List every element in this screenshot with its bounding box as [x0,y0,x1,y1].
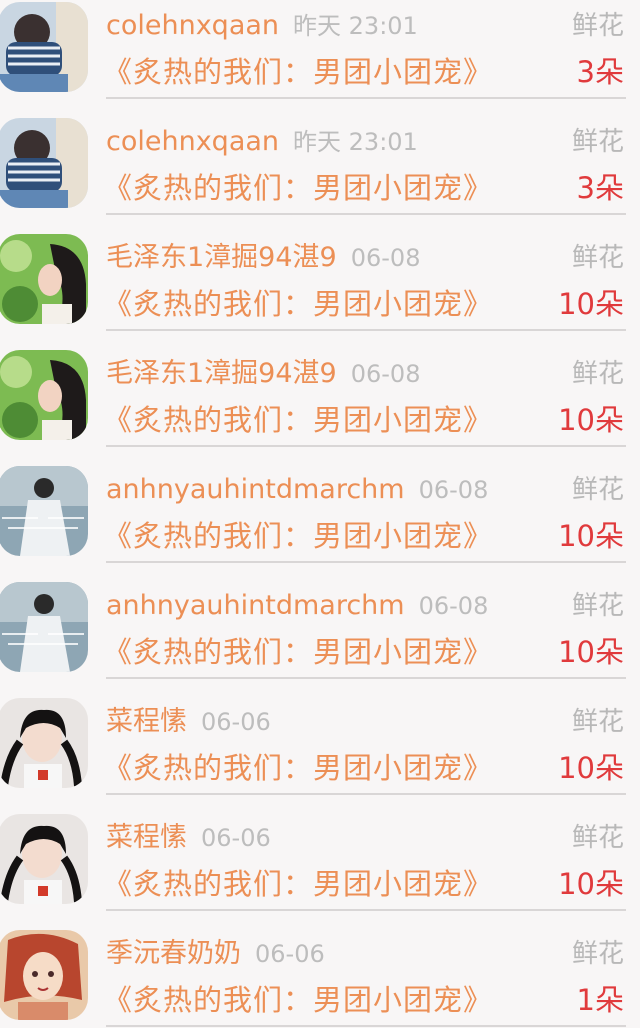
user-avatar[interactable] [0,118,88,208]
row-divider [106,1025,626,1027]
user-avatar[interactable] [0,582,88,672]
gift-count: 3朵 [576,171,624,205]
gift-type: 鲜花 [571,591,624,621]
user-avatar[interactable] [0,2,88,92]
avatar-girl-green-leaves [0,234,88,324]
gift-record-row[interactable]: 菜程愫 06-06 鲜花 《炙热的我们：男团小团宠》 10朵 [0,679,640,795]
gift-count: 1朵 [576,983,624,1017]
user-name-line: 菜程愫 06-06 [106,705,271,739]
gift-type: 鲜花 [571,475,624,505]
book-title[interactable]: 《炙热的我们：男团小团宠》 [103,54,493,90]
avatar-girl-striped-shirt [0,2,88,92]
gift-record-row[interactable]: 季沅春奶奶 06-06 鲜花 《炙热的我们：男团小团宠》 1朵 [0,911,640,1027]
gift-time: 06-08 [418,592,489,620]
gift-record-row[interactable]: anhnyauhintdmarchm 06-08 鲜花 《炙热的我们：男团小团宠》… [0,447,640,563]
user-name-line: colehnxqaan 昨天 23:01 [106,125,418,159]
avatar-girl-braids [0,698,88,788]
user-name[interactable]: colehnxqaan [106,10,279,41]
gift-type: 鲜花 [571,11,624,41]
gift-time: 06-08 [350,244,421,272]
book-title[interactable]: 《炙热的我们：男团小团宠》 [103,402,493,438]
gift-count: 10朵 [558,635,624,669]
gift-time: 06-06 [255,940,325,968]
user-avatar[interactable] [0,466,88,556]
book-title[interactable]: 《炙热的我们：男团小团宠》 [103,518,493,554]
gift-record-row[interactable]: 菜程愫 06-06 鲜花 《炙热的我们：男团小团宠》 10朵 [0,795,640,911]
avatar-anime-girl [0,930,88,1020]
user-name[interactable]: 菜程愫 [106,706,187,737]
gift-count: 10朵 [558,867,624,901]
user-avatar[interactable] [0,350,88,440]
gift-count: 10朵 [558,287,624,321]
gift-time: 06-08 [418,476,489,504]
gift-count: 3朵 [576,55,624,89]
user-name[interactable]: anhnyauhintdmarchm [106,474,405,505]
gift-record-row[interactable]: 毛泽东1漳掘94湛9 06-08 鲜花 《炙热的我们：男团小团宠》 10朵 [0,215,640,331]
user-name[interactable]: 毛泽东1漳掘94湛9 [106,358,337,389]
user-avatar[interactable] [0,930,88,1020]
gift-record-list: colehnxqaan 昨天 23:01 鲜花 《炙热的我们：男团小团宠》 3朵 … [0,0,640,1027]
gift-record-row[interactable]: colehnxqaan 昨天 23:01 鲜花 《炙热的我们：男团小团宠》 3朵 [0,0,640,99]
user-name-line: colehnxqaan 昨天 23:01 [106,9,418,43]
gift-type: 鲜花 [571,707,624,737]
book-title[interactable]: 《炙热的我们：男团小团宠》 [103,634,493,670]
avatar-girl-white-dress [0,466,88,556]
gift-time: 06-06 [201,708,271,736]
user-avatar[interactable] [0,234,88,324]
user-name-line: 毛泽东1漳掘94湛9 06-08 [106,357,420,391]
book-title[interactable]: 《炙热的我们：男团小团宠》 [103,982,493,1018]
avatar-girl-striped-shirt [0,118,88,208]
book-title[interactable]: 《炙热的我们：男团小团宠》 [103,170,493,206]
user-name[interactable]: colehnxqaan [106,126,279,157]
book-title[interactable]: 《炙热的我们：男团小团宠》 [103,866,493,902]
gift-type: 鲜花 [571,127,624,157]
book-title[interactable]: 《炙热的我们：男团小团宠》 [103,750,493,786]
gift-time: 06-08 [350,360,421,388]
gift-record-row[interactable]: colehnxqaan 昨天 23:01 鲜花 《炙热的我们：男团小团宠》 3朵 [0,99,640,215]
user-name[interactable]: 毛泽东1漳掘94湛9 [106,242,337,273]
book-title[interactable]: 《炙热的我们：男团小团宠》 [103,286,493,322]
gift-time: 昨天 23:01 [293,128,418,156]
user-name[interactable]: 季沅春奶奶 [106,938,241,969]
user-name-line: 毛泽东1漳掘94湛9 06-08 [106,241,420,275]
avatar-girl-green-leaves [0,350,88,440]
gift-record-row[interactable]: anhnyauhintdmarchm 06-08 鲜花 《炙热的我们：男团小团宠》… [0,563,640,679]
gift-type: 鲜花 [571,359,624,389]
gift-type: 鲜花 [571,243,624,273]
gift-count: 10朵 [558,751,624,785]
user-avatar[interactable] [0,698,88,788]
gift-count: 10朵 [558,403,624,437]
user-name-line: anhnyauhintdmarchm 06-08 [106,589,488,623]
gift-type: 鲜花 [571,939,624,969]
avatar-girl-white-dress [0,582,88,672]
avatar-girl-braids [0,814,88,904]
user-name[interactable]: 菜程愫 [106,822,187,853]
gift-count: 10朵 [558,519,624,553]
gift-time: 06-06 [201,824,271,852]
gift-record-row[interactable]: 毛泽东1漳掘94湛9 06-08 鲜花 《炙热的我们：男团小团宠》 10朵 [0,331,640,447]
user-name-line: anhnyauhintdmarchm 06-08 [106,473,488,507]
user-name-line: 菜程愫 06-06 [106,821,271,855]
gift-type: 鲜花 [571,823,624,853]
user-name[interactable]: anhnyauhintdmarchm [106,590,405,621]
user-avatar[interactable] [0,814,88,904]
user-name-line: 季沅春奶奶 06-06 [106,937,325,971]
gift-time: 昨天 23:01 [293,12,418,40]
